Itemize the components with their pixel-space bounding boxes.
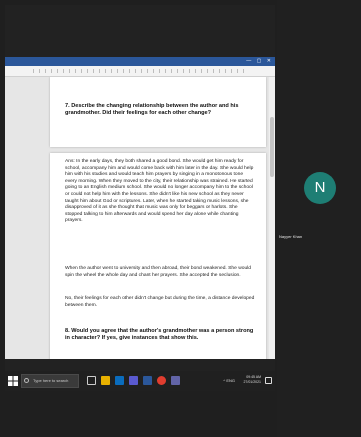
notification-icon[interactable] xyxy=(265,377,272,384)
scrollbar-thumb[interactable] xyxy=(270,117,274,177)
vertical-scrollbar[interactable] xyxy=(269,77,275,359)
ruler-scale xyxy=(33,69,247,73)
avatar: N xyxy=(304,172,336,204)
answer-paragraph-1: Ans: In the early days, they both shared… xyxy=(65,159,254,224)
task-view-icon[interactable] xyxy=(87,376,96,385)
mail-icon[interactable] xyxy=(115,376,124,385)
document-page: 7. Describe the changing relationship be… xyxy=(50,77,266,147)
shared-screen: — ▢ ✕ 7. Describe the changing relations… xyxy=(5,5,275,391)
teams-icon[interactable] xyxy=(171,376,180,385)
system-tray[interactable]: ^ ENG xyxy=(223,378,235,383)
store-icon[interactable] xyxy=(129,376,138,385)
question-8: 8. Would you agree that the author's gra… xyxy=(65,328,254,342)
answer-paragraph-2: When the author went to university and t… xyxy=(65,266,251,278)
ruler xyxy=(5,66,275,77)
word-titlebar: — ▢ ✕ xyxy=(5,57,275,66)
participant-tile: N Nayyer Khan xyxy=(277,0,361,437)
participant-name: Nayyer Khan xyxy=(279,234,303,239)
document-page: Ans: In the early days, they both shared… xyxy=(50,153,266,359)
document-area: 7. Describe the changing relationship be… xyxy=(5,77,275,359)
word-icon[interactable] xyxy=(143,376,152,385)
answer-paragraph-3: No, their feelings for each other didn't… xyxy=(65,296,255,308)
question-7: 7. Describe the changing relationship be… xyxy=(65,103,239,117)
taskbar-date: 27/01/2021 xyxy=(243,380,261,384)
file-explorer-icon[interactable] xyxy=(101,376,110,385)
taskbar: Type here to search ^ ENG 09:45 AM 27/01… xyxy=(5,371,275,391)
search-icon xyxy=(24,378,29,383)
chrome-icon[interactable] xyxy=(157,376,166,385)
taskbar-search-input[interactable]: Type here to search xyxy=(21,374,79,388)
window-controls[interactable]: — ▢ ✕ xyxy=(246,57,273,66)
windows-start-icon[interactable] xyxy=(8,376,18,386)
taskbar-clock[interactable]: 09:45 AM 27/01/2021 xyxy=(243,375,261,385)
